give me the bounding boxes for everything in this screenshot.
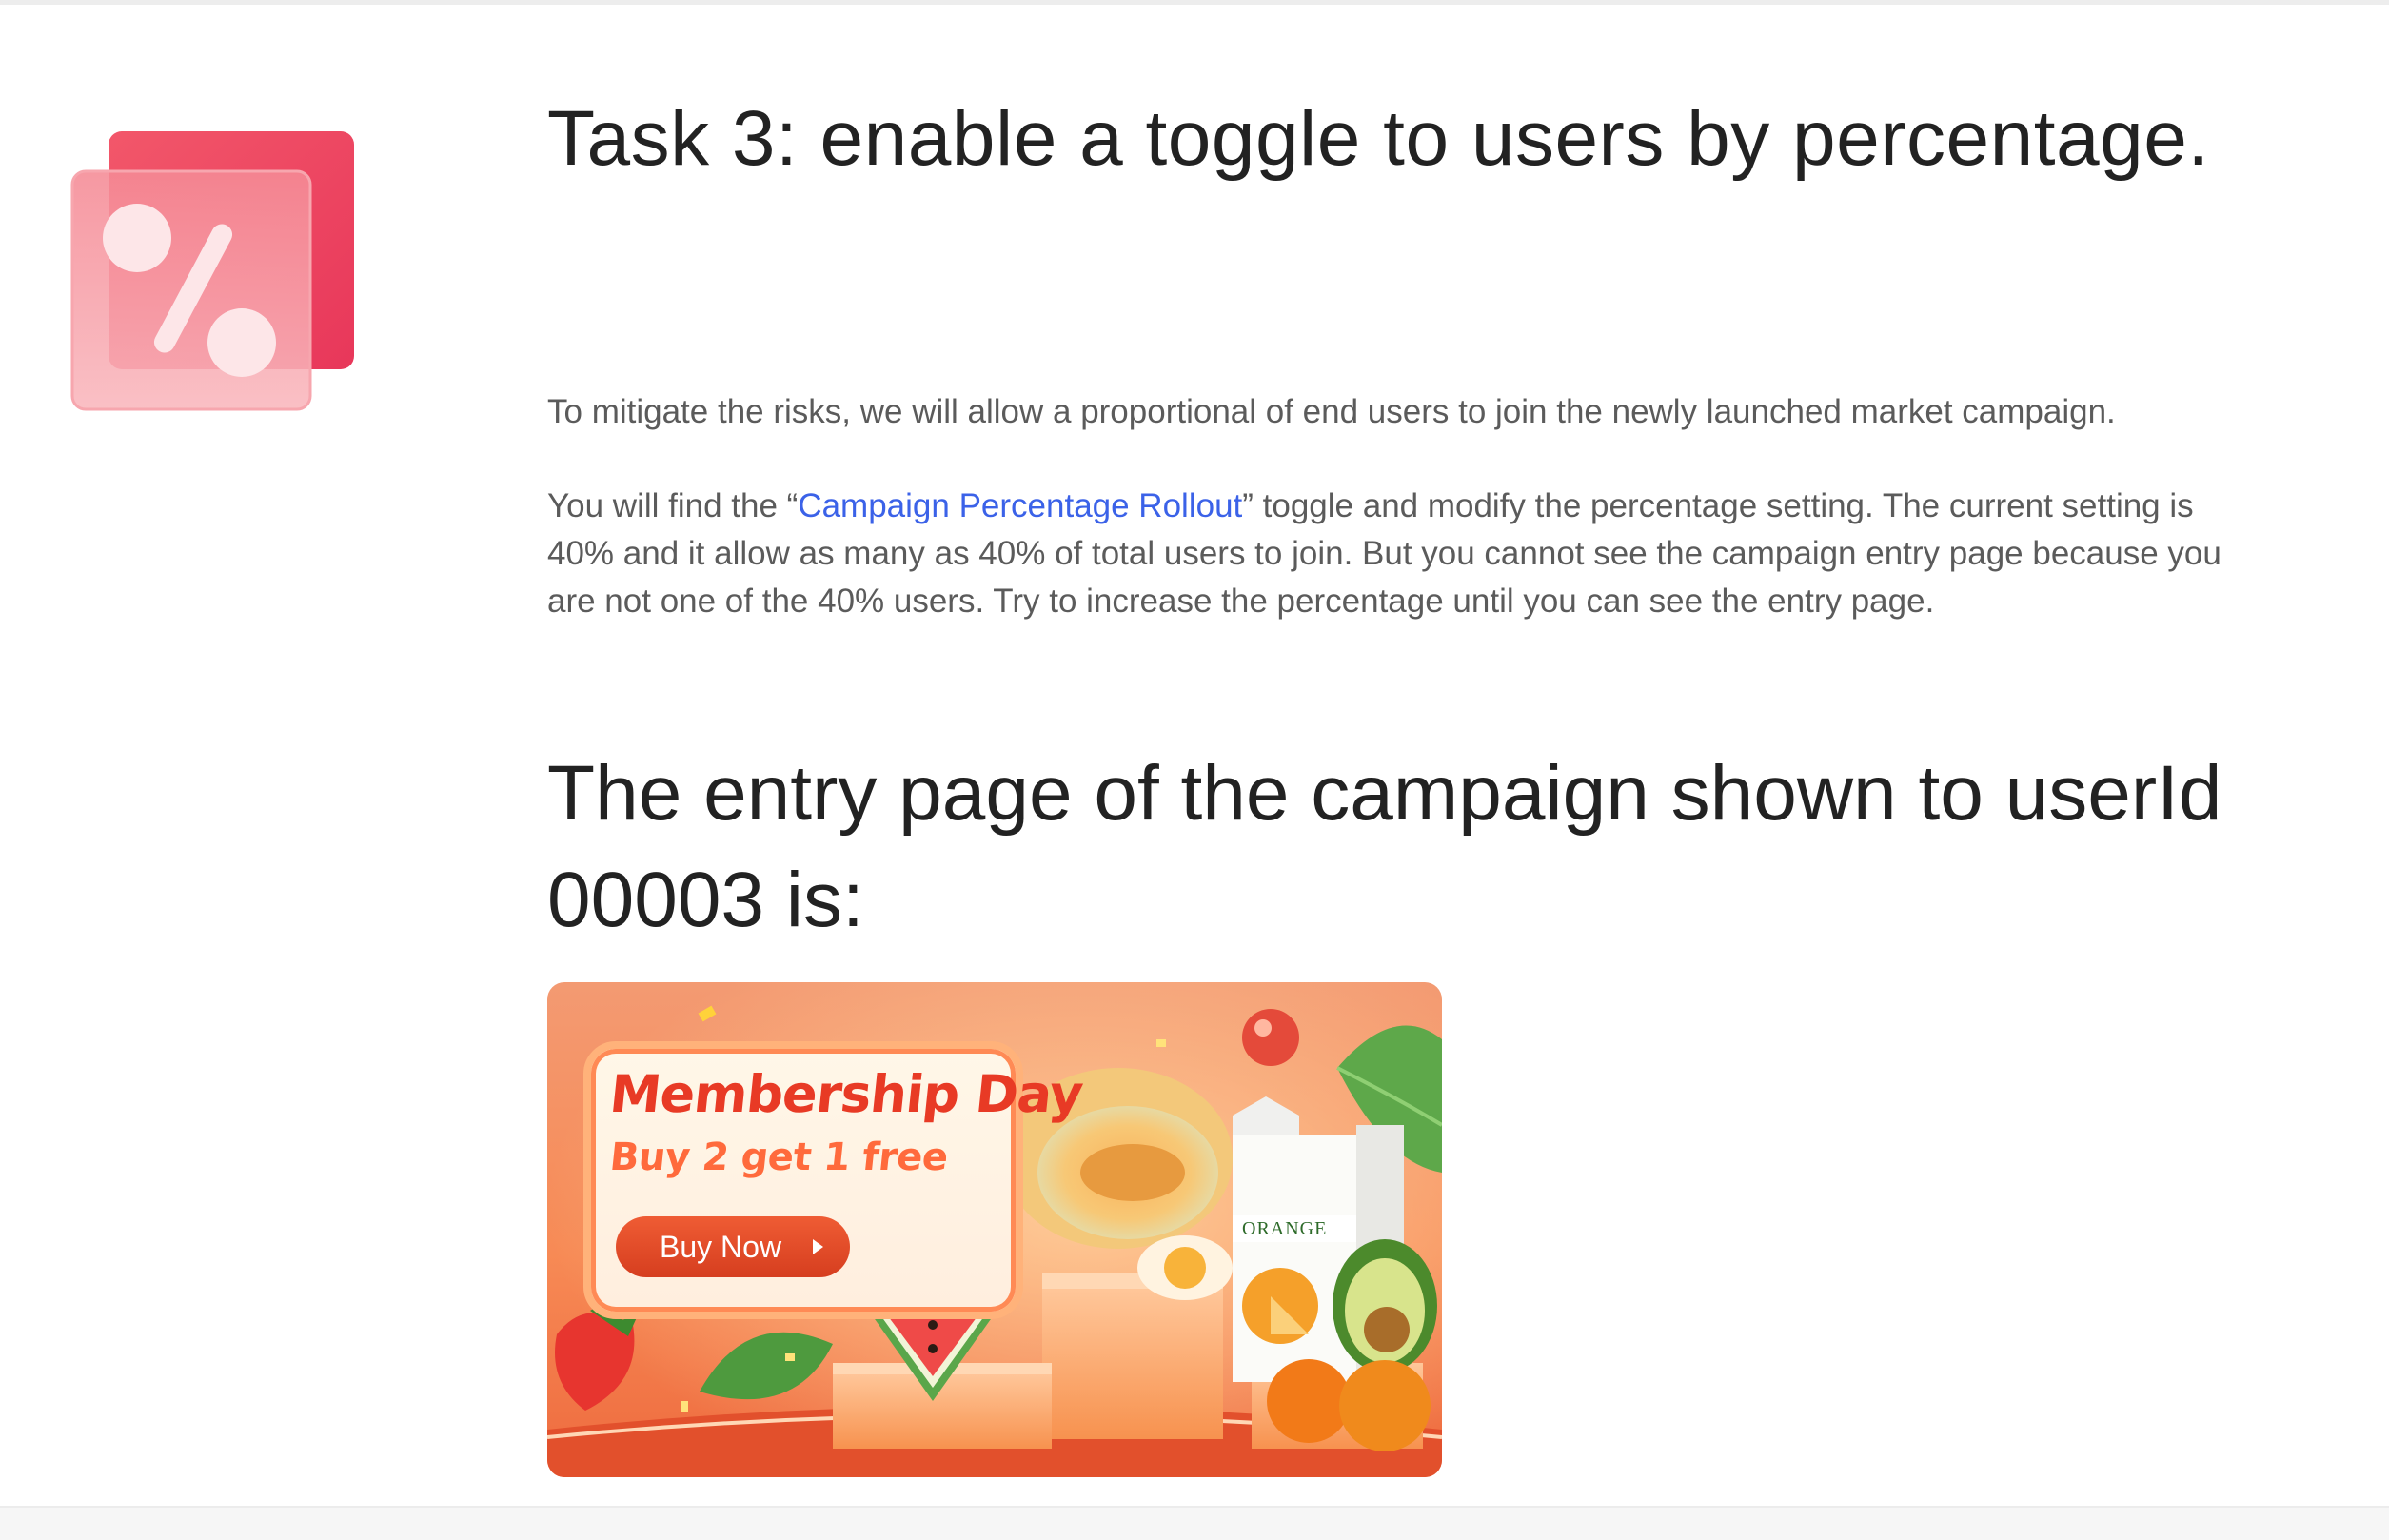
instructions-paragraph: You will find the “Campaign Percentage R…: [547, 483, 2241, 625]
campaign-percentage-rollout-link[interactable]: Campaign Percentage Rollout: [798, 487, 1242, 524]
buy-now-label: Buy Now: [660, 1230, 782, 1264]
top-divider: [0, 0, 2389, 5]
campaign-banner[interactable]: Membership Day Buy 2 get 1 free Buy Now …: [547, 982, 1442, 1477]
instructions-text-before: You will find the “: [547, 487, 799, 524]
intro-paragraph: To mitigate the risks, we will allow a p…: [547, 393, 2116, 430]
entry-page-heading: The entry page of the campaign shown to …: [547, 750, 2222, 943]
banner-subheadline: Buy 2 get 1 free: [607, 1135, 951, 1179]
carton-label: ORANGE: [1242, 1218, 1328, 1239]
banner-headline: Membership Day: [606, 1064, 1086, 1124]
buy-now-button[interactable]: Buy Now: [616, 1216, 850, 1277]
task-title: Task 3: enable a toggle to users by perc…: [547, 95, 2210, 182]
caret-right-icon: [813, 1239, 823, 1254]
bottom-bar: [0, 1506, 2389, 1540]
percent-icon: [70, 131, 354, 411]
